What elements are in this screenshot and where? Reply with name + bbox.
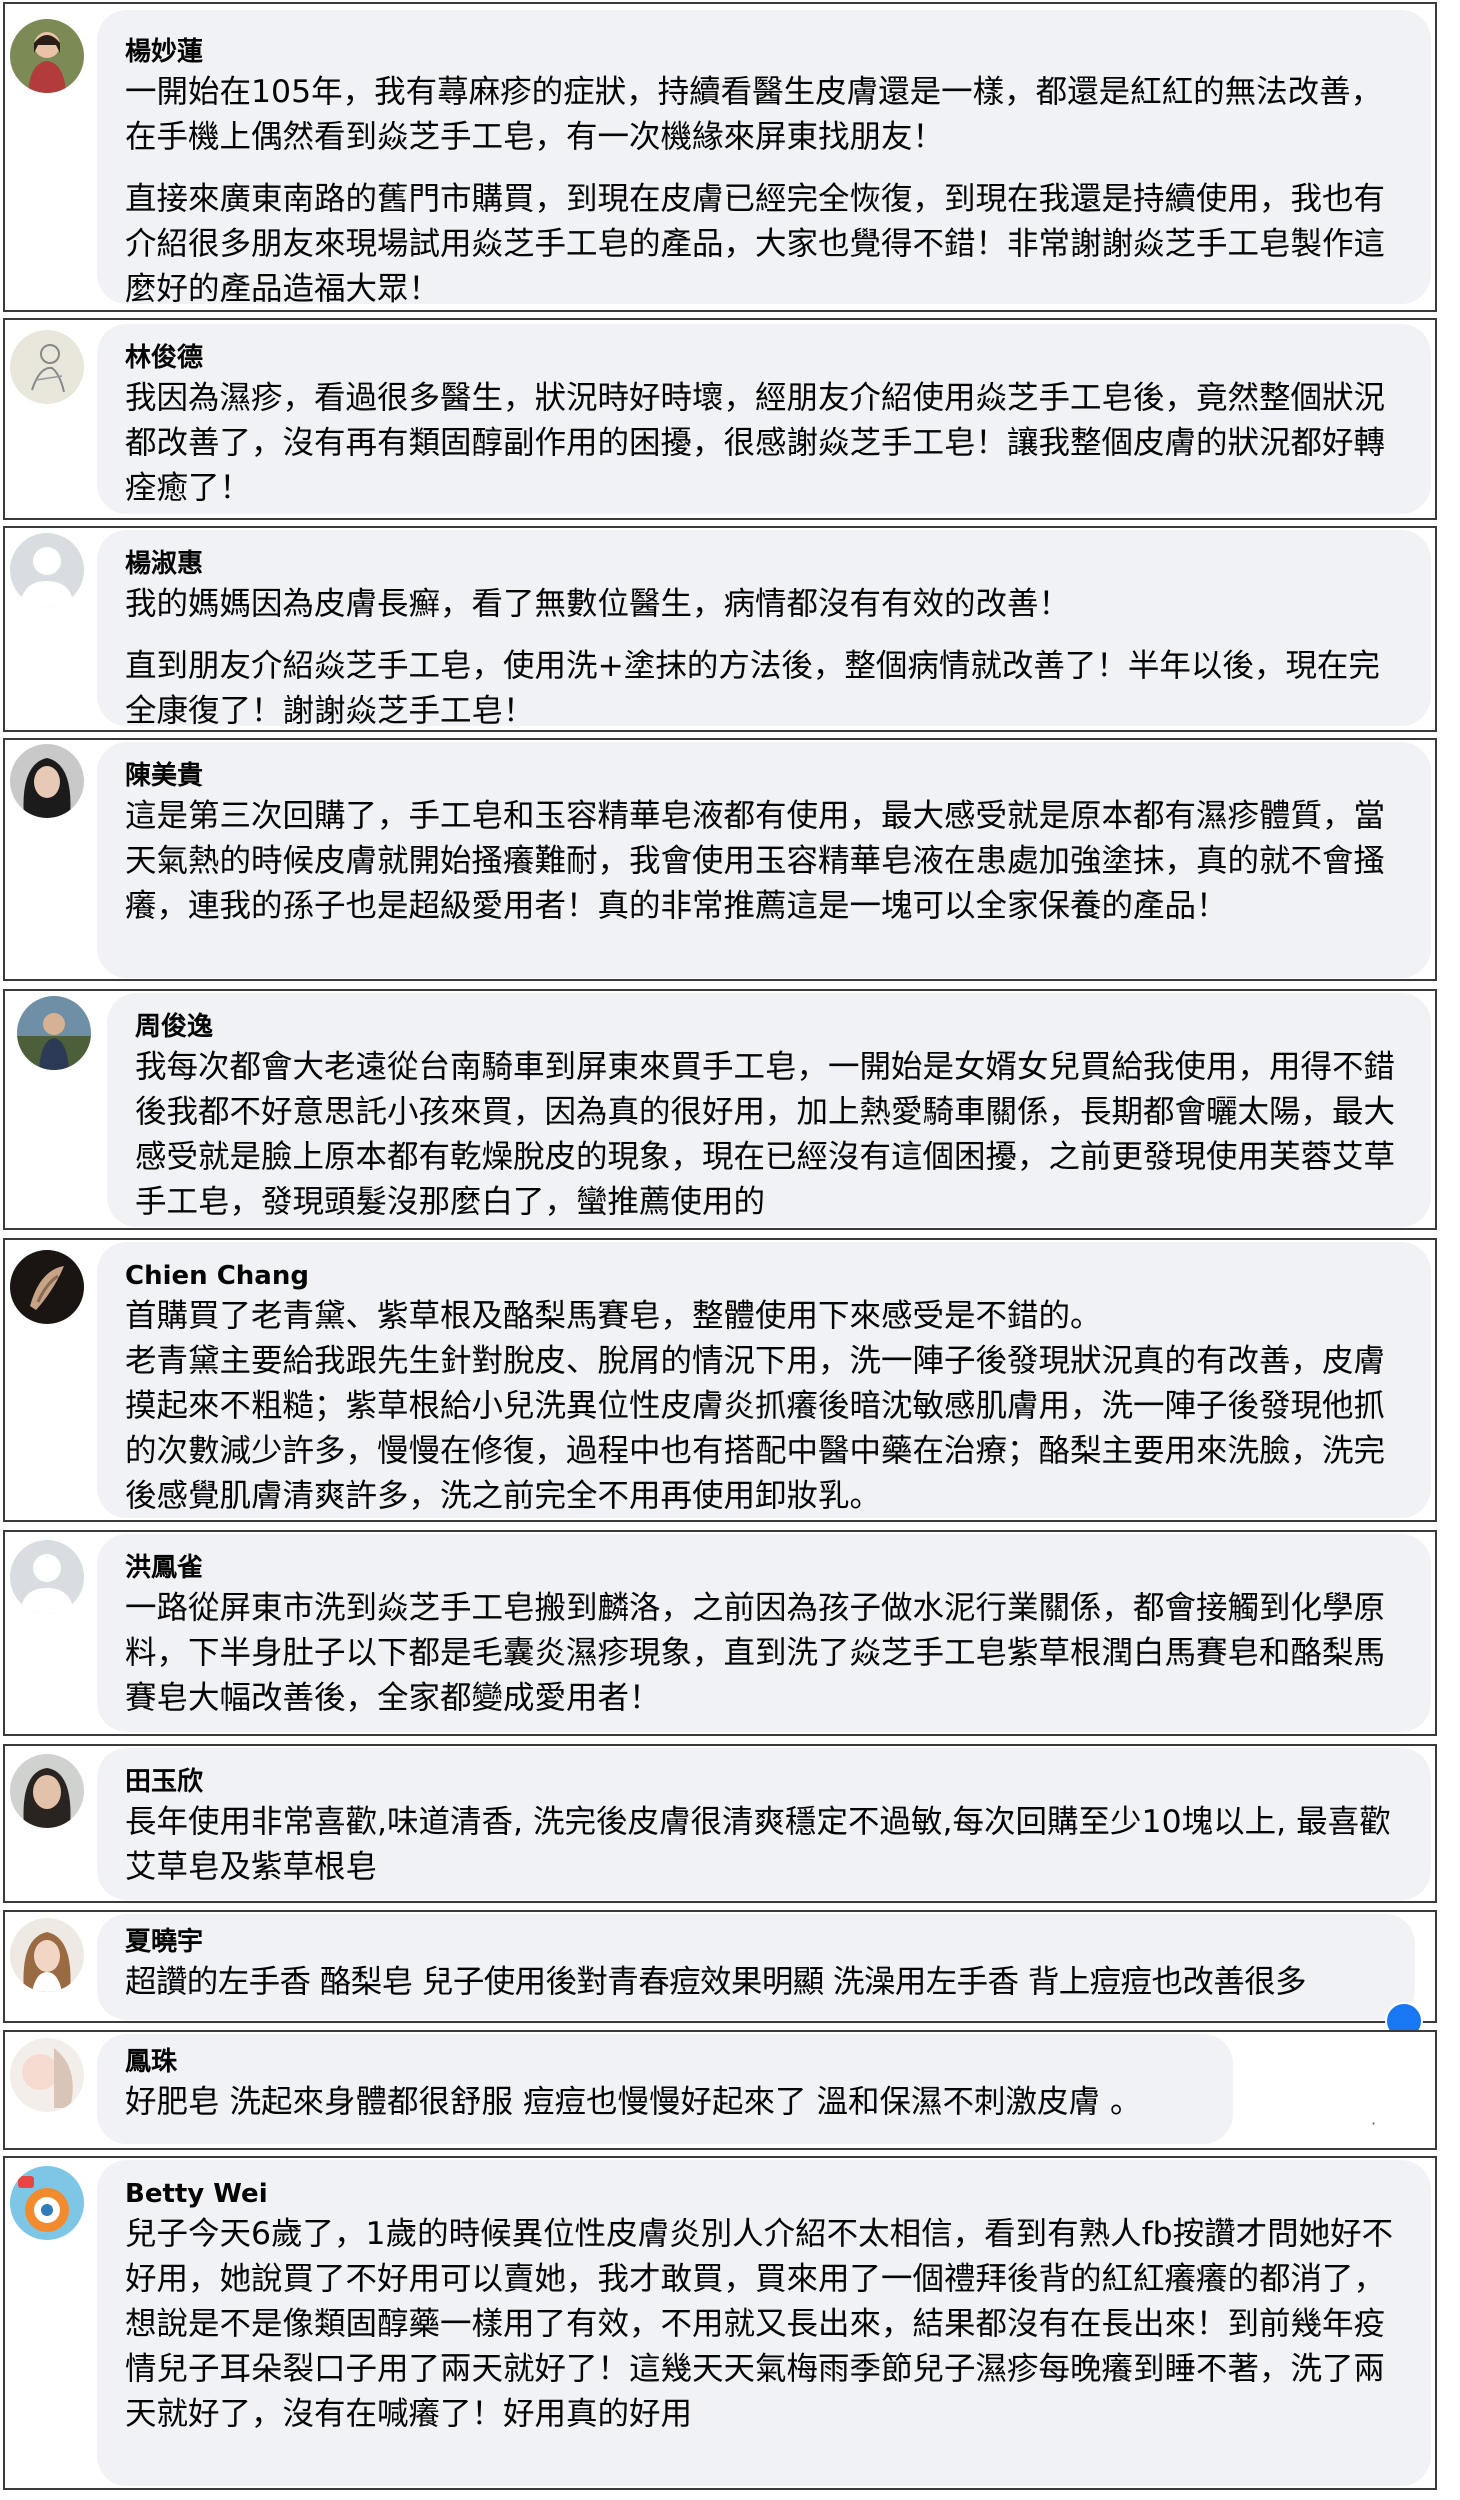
commenter-name[interactable]: Betty Wei [125, 2176, 1403, 2212]
avatar[interactable] [10, 533, 84, 607]
comment-card: 林俊德 我因為濕疹，看過很多醫生，狀況時好時壞，經朋友介紹使用焱芝手工皂後，竟然… [3, 318, 1437, 520]
comment-card: 周俊逸 我每次都會大老遠從台南騎車到屏東來買手工皂，一開始是女婿女兒買給我使用，… [3, 989, 1437, 1230]
commenter-name[interactable]: 洪鳳雀 [125, 1550, 1403, 1586]
comment-text: 我的媽媽因為皮膚長癬，看了無數位醫生，病情都沒有有效的改善！ [125, 586, 1071, 622]
comment-text: 這是第三次回購了，手工皂和玉容精華皂液都有使用，最大感受就是原本都有濕疹體質，當… [125, 798, 1386, 924]
comment-text: 一開始在105年，我有蕁麻疹的症狀，持續看醫生皮膚還是一樣，都還是紅紅的無法改善… [125, 74, 1383, 155]
comment-text: 長年使用非常喜歡,味道清香, 洗完後皮膚很清爽穩定不過敏,每次回購至少10塊以上… [125, 1804, 1391, 1885]
commenter-name[interactable]: 林俊德 [125, 340, 1403, 376]
comment-card: Betty Wei 兒子今天6歲了，1歲的時候異位性皮膚炎別人介紹不太相信，看到… [3, 2156, 1437, 2490]
comment-bubble: Chien Chang 首購買了老青黛、紫草根及酪梨馬賽皂，整體使用下來感受是不… [97, 1242, 1431, 1518]
commenter-name[interactable]: 楊妙蓮 [125, 34, 1403, 70]
comment-bubble: 洪鳳雀 一路從屏東市洗到焱芝手工皂搬到麟洛，之前因為孩子做水泥行業關係，都會接觸… [97, 1534, 1431, 1732]
commenter-name[interactable]: 楊淑惠 [125, 546, 1403, 582]
avatar[interactable] [10, 2038, 84, 2112]
comment-card: 楊妙蓮 一開始在105年，我有蕁麻疹的症狀，持續看醫生皮膚還是一樣，都還是紅紅的… [3, 2, 1437, 312]
comment-bubble: 陳美貴 這是第三次回購了，手工皂和玉容精華皂液都有使用，最大感受就是原本都有濕疹… [97, 742, 1431, 978]
comment-card: 鳳珠 好肥皂 洗起來身體都很舒服 痘痘也慢慢好起來了 溫和保濕不刺激皮膚 。 · [3, 2030, 1437, 2150]
comment-card: Chien Chang 首購買了老青黛、紫草根及酪梨馬賽皂，整體使用下來感受是不… [3, 1238, 1437, 1522]
comment-card: 楊淑惠 我的媽媽因為皮膚長癬，看了無數位醫生，病情都沒有有效的改善！ 直到朋友介… [3, 526, 1437, 732]
commenter-name[interactable]: 鳳珠 [125, 2044, 1205, 2080]
avatar[interactable] [10, 744, 84, 818]
avatar[interactable] [10, 19, 84, 93]
more-options-dot[interactable]: · [1371, 2114, 1376, 2133]
avatar[interactable] [17, 996, 91, 1070]
commenter-name[interactable]: 周俊逸 [135, 1009, 1403, 1045]
comment-text: 直接來廣東南路的舊門市購買，到現在皮膚已經完全恢復，到現在我還是持續使用，我也有… [125, 181, 1386, 307]
avatar[interactable] [10, 1250, 84, 1324]
comment-text: 兒子今天6歲了，1歲的時候異位性皮膚炎別人介紹不太相信，看到有熟人fb按讚才問她… [125, 2216, 1394, 2432]
commenter-name[interactable]: Chien Chang [125, 1258, 1403, 1294]
comment-bubble: 夏曉宇 超讚的左手香 酪梨皂 兒子使用後對青春痘效果明顯 洗澡用左手香 背上痘痘… [97, 1914, 1415, 2020]
comment-card: 洪鳳雀 一路從屏東市洗到焱芝手工皂搬到麟洛，之前因為孩子做水泥行業關係，都會接觸… [3, 1530, 1437, 1736]
comment-bubble: 周俊逸 我每次都會大老遠從台南騎車到屏東來買手工皂，一開始是女婿女兒買給我使用，… [107, 993, 1431, 1227]
comment-bubble: 林俊德 我因為濕疹，看過很多醫生，狀況時好時壞，經朋友介紹使用焱芝手工皂後，竟然… [97, 324, 1431, 514]
avatar[interactable] [10, 2166, 84, 2240]
commenter-name[interactable]: 田玉欣 [125, 1764, 1403, 1800]
comment-text: 老青黛主要給我跟先生針對脫皮、脫屑的情況下用，洗一陣子後發現狀況真的有改善，皮膚… [125, 1343, 1386, 1514]
avatar[interactable] [10, 1754, 84, 1828]
commenter-name[interactable]: 陳美貴 [125, 758, 1403, 794]
comment-bubble: Betty Wei 兒子今天6歲了，1歲的時候異位性皮膚炎別人介紹不太相信，看到… [97, 2160, 1431, 2486]
comment-text: 直到朋友介紹焱芝手工皂，使用洗+塗抹的方法後，整個病情就改善了！半年以後，現在完… [125, 648, 1380, 729]
comment-card: 夏曉宇 超讚的左手香 酪梨皂 兒子使用後對青春痘效果明顯 洗澡用左手香 背上痘痘… [3, 1910, 1437, 2040]
avatar[interactable] [10, 1540, 84, 1614]
avatar[interactable] [10, 330, 84, 404]
comment-bubble: 楊妙蓮 一開始在105年，我有蕁麻疹的症狀，持續看醫生皮膚還是一樣，都還是紅紅的… [97, 10, 1431, 307]
comment-text: 我每次都會大老遠從台南騎車到屏東來買手工皂，一開始是女婿女兒買給我使用，用得不錯… [135, 1049, 1396, 1220]
comment-bubble: 鳳珠 好肥皂 洗起來身體都很舒服 痘痘也慢慢好起來了 溫和保濕不刺激皮膚 。 [97, 2034, 1233, 2144]
comment-bubble: 田玉欣 長年使用非常喜歡,味道清香, 洗完後皮膚很清爽穩定不過敏,每次回購至少1… [97, 1748, 1431, 1900]
comment-card: 田玉欣 長年使用非常喜歡,味道清香, 洗完後皮膚很清爽穩定不過敏,每次回購至少1… [3, 1744, 1437, 1903]
avatar[interactable] [10, 1918, 84, 1992]
comment-bubble: 楊淑惠 我的媽媽因為皮膚長癬，看了無數位醫生，病情都沒有有效的改善！ 直到朋友介… [97, 530, 1431, 729]
commenter-name[interactable]: 夏曉宇 [125, 1924, 1387, 1960]
comment-text: 一路從屏東市洗到焱芝手工皂搬到麟洛，之前因為孩子做水泥行業關係，都會接觸到化學原… [125, 1590, 1386, 1716]
comment-text: 好肥皂 洗起來身體都很舒服 痘痘也慢慢好起來了 溫和保濕不刺激皮膚 。 [125, 2084, 1142, 2120]
comment-text: 首購買了老青黛、紫草根及酪梨馬賽皂，整體使用下來感受是不錯的。 [125, 1298, 1102, 1334]
comment-text: 我因為濕疹，看過很多醫生，狀況時好時壞，經朋友介紹使用焱芝手工皂後，竟然整個狀況… [125, 380, 1386, 506]
comment-card: 陳美貴 這是第三次回購了，手工皂和玉容精華皂液都有使用，最大感受就是原本都有濕疹… [3, 738, 1437, 981]
comment-text: 超讚的左手香 酪梨皂 兒子使用後對青春痘效果明顯 洗澡用左手香 背上痘痘也改善很… [125, 1964, 1307, 2000]
